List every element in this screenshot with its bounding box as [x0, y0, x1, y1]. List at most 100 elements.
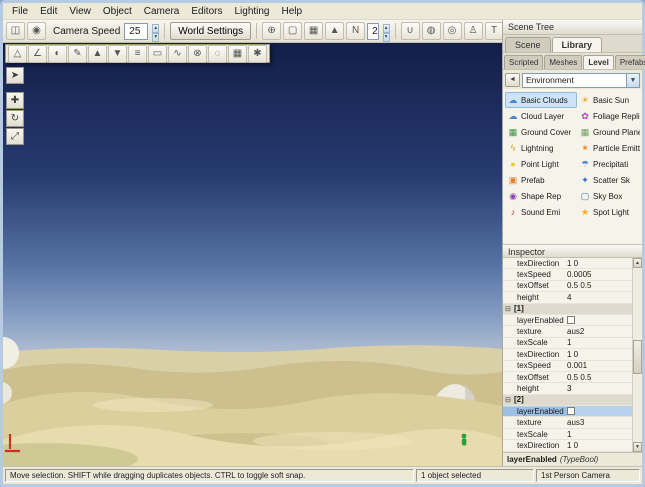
inspector-row-texscale[interactable]: texScale1	[503, 429, 632, 440]
library-item-lightning[interactable]: ϟLightning	[505, 140, 577, 156]
magnet-icon[interactable]: ∪	[401, 22, 420, 40]
camera-drop-icon[interactable]: ◎	[443, 22, 462, 40]
camera-view-icon[interactable]: ◫	[6, 22, 25, 40]
library-item-ground-cover[interactable]: ▦Ground Cover	[505, 124, 577, 140]
library-item-sound-emi[interactable]: ♪Sound Emi	[505, 204, 577, 220]
inspector-row-texture[interactable]: textureaus2	[503, 326, 632, 337]
menu-item-edit[interactable]: Edit	[34, 4, 63, 19]
library-item-particle-emitter[interactable]: ✶Particle Emitter	[577, 140, 642, 156]
chevron-down-icon[interactable]: ▼	[626, 74, 639, 87]
brush-settings-icon[interactable]: ✱	[248, 45, 267, 63]
library-item-spot-light[interactable]: ★Spot Light	[577, 204, 642, 220]
object-bounds-icon[interactable]: ▢	[283, 22, 302, 40]
grid-snap-icon[interactable]: ▦	[304, 22, 323, 40]
library-item-basic-sun[interactable]: ☀Basic Sun	[577, 92, 642, 108]
inspector-row-layerenabled[interactable]: layerEnabled	[503, 315, 632, 326]
world-settings-button[interactable]: World Settings	[170, 22, 251, 40]
library-item-scatter-sk[interactable]: ✦Scatter Sk	[577, 172, 642, 188]
select-tool[interactable]: ➤	[6, 67, 24, 84]
grid-brush-icon[interactable]: ▦	[228, 45, 247, 63]
layerenabled-checkbox[interactable]	[567, 407, 575, 415]
object-center-icon[interactable]: ⊕	[262, 22, 281, 40]
spin-up-icon[interactable]: ▲	[152, 24, 159, 33]
scroll-down-icon[interactable]: ▼	[633, 442, 642, 452]
library-item-label: Sky Box	[593, 192, 622, 201]
player-drop-icon[interactable]: ♙	[464, 22, 483, 40]
inspector-row-texoffset[interactable]: texOffset0.5 0.5	[503, 372, 632, 383]
smooth-icon[interactable]: ∿	[168, 45, 187, 63]
menu-item-lighting[interactable]: Lighting	[228, 4, 275, 19]
rotate-tool[interactable]: ↻	[6, 110, 24, 127]
library-item-basic-clouds[interactable]: ☁Basic Clouds	[505, 92, 577, 108]
soft-snap-icon[interactable]: N	[346, 22, 365, 40]
inspector-row-1[interactable]: ⊟[1]	[503, 304, 632, 315]
lower-height-icon[interactable]: ▼	[108, 45, 127, 63]
inspector-row-layerenabled[interactable]: layerEnabled	[503, 406, 632, 417]
raise-height-icon[interactable]: ▲	[88, 45, 107, 63]
camera-speed-spinner[interactable]: ▲▼	[152, 24, 159, 39]
inspector-row-texspeed[interactable]: texSpeed0.001	[503, 361, 632, 372]
inspector-row-texdirection[interactable]: texDirection1 0	[503, 349, 632, 360]
spin-down-icon[interactable]: ▼	[383, 33, 390, 42]
scrollbar-thumb[interactable]	[633, 340, 642, 374]
angle-icon[interactable]: ∠	[28, 45, 47, 63]
scale-tool[interactable]: ⤢	[6, 128, 24, 145]
menu-item-file[interactable]: File	[6, 4, 34, 19]
library-item-foliage-replicator[interactable]: ✿Foliage Replicator	[577, 108, 642, 124]
library-item-cloud-layer[interactable]: ☁Cloud Layer	[505, 108, 577, 124]
menu-item-camera[interactable]: Camera	[138, 4, 186, 19]
menu-item-editors[interactable]: Editors	[185, 4, 228, 19]
inspector-row-texoffset[interactable]: texOffset0.5 0.5	[503, 281, 632, 292]
inspector-scrollbar[interactable]: ▲ ▼	[632, 258, 642, 452]
library-category-dropdown[interactable]: Environment ▼	[522, 73, 640, 88]
menu-item-object[interactable]: Object	[97, 4, 138, 19]
player-gizmo[interactable]	[462, 434, 467, 446]
snap-size-spinner[interactable]: ▲▼	[383, 24, 390, 39]
inspector-row-height[interactable]: height3	[503, 383, 632, 394]
library-item-sky-box[interactable]: ▢Sky Box	[577, 188, 642, 204]
subtab-scripted[interactable]: Scripted	[504, 55, 543, 69]
flatten-icon[interactable]: ▭	[148, 45, 167, 63]
ruler-icon[interactable]: △	[8, 45, 27, 63]
visibility-icon[interactable]: ◉	[27, 22, 46, 40]
circle-brush-icon[interactable]: ◐	[48, 45, 67, 63]
spin-down-icon[interactable]: ▼	[152, 33, 159, 42]
inspector-row-texdirection[interactable]: texDirection1 0	[503, 440, 632, 451]
viewport-3d[interactable]	[3, 43, 502, 466]
library-item-point-light[interactable]: ●Point Light	[505, 156, 577, 172]
menu-item-help[interactable]: Help	[276, 4, 309, 19]
subtab-prefabs[interactable]: Prefabs	[615, 55, 645, 69]
paint-brush-icon[interactable]: ✎	[68, 45, 87, 63]
select-brush-icon[interactable]: ◌	[208, 45, 227, 63]
terrain-snap-icon[interactable]: ▲	[325, 22, 344, 40]
menu-item-view[interactable]: View	[63, 4, 97, 19]
world-transform-icon[interactable]: ◍	[422, 22, 441, 40]
snap-size-input[interactable]: 2	[367, 23, 379, 40]
library-item-precipitati[interactable]: ☂Precipitati	[577, 156, 642, 172]
collapse-icon[interactable]: ⊟	[503, 396, 512, 404]
scroll-up-icon[interactable]: ▲	[633, 258, 642, 268]
tab-library[interactable]: Library	[552, 37, 603, 52]
inspector-row-texture[interactable]: textureaus3	[503, 417, 632, 428]
set-height-icon[interactable]: ≡	[128, 45, 147, 63]
layerenabled-checkbox[interactable]	[567, 316, 575, 324]
move-tool[interactable]: ✚	[6, 92, 24, 109]
subtab-level[interactable]: Level	[583, 55, 613, 69]
library-back-button[interactable]: ◄	[505, 73, 520, 87]
spin-up-icon[interactable]: ▲	[383, 24, 390, 33]
library-item-label: Shape Rep	[521, 192, 561, 201]
collapse-icon[interactable]: ⊟	[503, 305, 512, 313]
inspector-row-texspeed[interactable]: texSpeed0.0005	[503, 269, 632, 280]
inspector-row-texdirection[interactable]: texDirection1 0	[503, 258, 632, 269]
subtab-meshes[interactable]: Meshes	[544, 55, 582, 69]
library-item-shape-rep[interactable]: ◉Shape Rep	[505, 188, 577, 204]
library-item-ground-plane[interactable]: ▦Ground Plane	[577, 124, 642, 140]
inspector-row-texscale[interactable]: texScale1	[503, 338, 632, 349]
text-tool-icon[interactable]: T	[485, 22, 504, 40]
tab-scene[interactable]: Scene	[505, 37, 551, 52]
camera-speed-dropdown[interactable]: 25	[124, 23, 148, 40]
library-item-prefab[interactable]: ▣Prefab	[505, 172, 577, 188]
erase-icon[interactable]: ⊗	[188, 45, 207, 63]
inspector-row-height[interactable]: height4	[503, 292, 632, 303]
inspector-row-2[interactable]: ⊟[2]	[503, 395, 632, 406]
